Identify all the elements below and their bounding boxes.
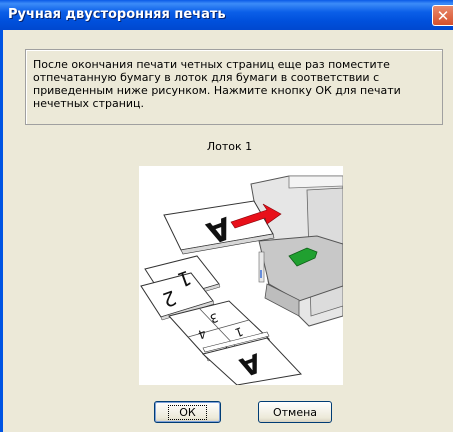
- tray-illustration-svg: A 1 2 3 4 1 2 A: [140, 175, 344, 386]
- printer-tray: [250, 175, 344, 327]
- close-button[interactable]: ✕: [432, 5, 453, 26]
- window-title: Ручная двусторонняя печать: [8, 7, 226, 22]
- instruction-line: отпечатанную бумагу в лоток для бумаги в…: [33, 71, 380, 84]
- ok-button-label: ОК: [168, 405, 207, 420]
- dialog-window: Ручная двусторонняя печать ✕ После оконч…: [0, 0, 453, 432]
- instruction-line: приведенным ниже рисунком. Нажмите кнопк…: [33, 84, 401, 97]
- ok-button[interactable]: ОК: [154, 401, 221, 423]
- instruction-line: нечетных страниц.: [33, 97, 145, 110]
- instruction-box: После окончания печати четных страниц ещ…: [25, 49, 443, 125]
- title-bar[interactable]: Ручная двусторонняя печать ✕: [0, 0, 453, 30]
- close-icon: ✕: [436, 7, 450, 25]
- tray-label: Лоток 1: [206, 140, 253, 153]
- instruction-line: После окончания печати четных страниц ещ…: [33, 58, 390, 71]
- cancel-button[interactable]: Отмена: [258, 401, 332, 423]
- tray-illustration: A 1 2 3 4 1 2 A: [139, 166, 344, 386]
